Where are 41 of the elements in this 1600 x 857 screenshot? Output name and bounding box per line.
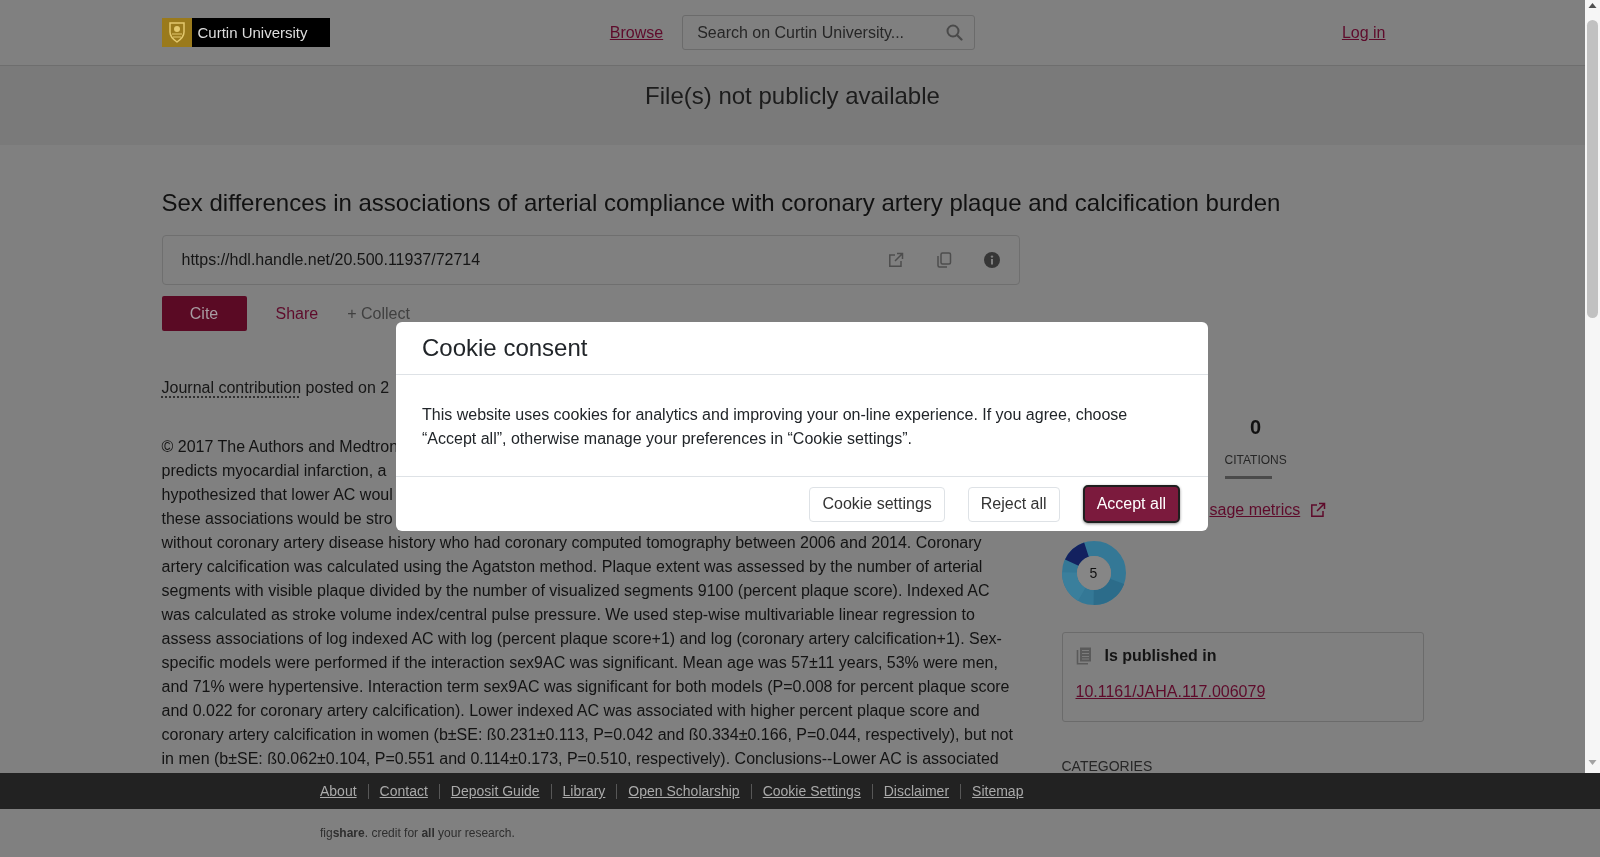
footer-link[interactable]: Cookie Settings [762, 782, 861, 800]
metric-label: CITATIONS [1224, 452, 1287, 468]
secondary-button[interactable]: Reject all [967, 486, 1060, 522]
handle-url: https://hdl.handle.net/20.500.11937/72714 [181, 250, 482, 270]
attention-score: 5 [1089, 566, 1098, 580]
search-field[interactable]: Search on Curtin University... [682, 15, 976, 50]
info-icon[interactable] [983, 252, 1000, 268]
footer-link[interactable]: Contact [379, 782, 428, 800]
cite-button[interactable]: Cite [161, 296, 247, 331]
abstract-text: hypothesized that lower AC woul [161, 485, 393, 505]
footer-tagline: figshare. credit for all your research. [320, 825, 516, 841]
scrollbar[interactable] [1585, 0, 1600, 773]
swirl-ring-icon[interactable] [1061, 541, 1126, 605]
posted-date-text: posted on 2 [305, 379, 390, 396]
footer-link[interactable]: Sitemap [972, 782, 1024, 800]
secondary-button[interactable]: Cookie settings [809, 486, 945, 522]
metric-value: 0 [1250, 415, 1262, 440]
abstract-text: © 2017 The Authors and Medtron [161, 437, 399, 457]
primary-button[interactable]: Accept all [1082, 485, 1180, 523]
logo[interactable]: Curtin University [161, 18, 330, 47]
abstract-text: without coronary artery disease history who had coronary computed tomography between 2006 and 2014. Coronary artery calcification was calculated using the Agatston method. Plaque extent was assessed by the number of arterial segments with visible plaque divided by the number of visualized segments 9100 (percent plaque score). Indexed AC was calculated as stroke volume index/central pulse pressure. We used step-wise multivariable linear regression to assess associations of log indexed AC with log (percent plaque score+1) and log (coronary artery calcification+1). Sex-specific models were performed if the interaction sex9AC was significant. Mean age was 57±11 years, 53% were men, and 71% were hypertensive. Interaction term sex9AC was significant for both models (P=0.008 for percent plaque score and 0.022 for coronary artery calcification). Lower indexed AC was associated with higher percent plaque score and coronary artery calcification in women (b±SE: ß0.231±0.113, P=0.042 and ß0.334±0.166, P=0.044, respectively), but not in men (b±SE: ß0.062±0.104, P=0.551 and 0.114±0.173, P=0.510, respectively). Conclusions--Lower AC is associated [161, 533, 1014, 769]
section-heading: CATEGORIES [1061, 759, 1153, 773]
item-type-link[interactable]: Journal contribution [161, 379, 302, 396]
notice-text: File(s) not publicly available [645, 81, 940, 111]
copy-icon[interactable] [935, 252, 952, 268]
footer-link[interactable]: Open Scholarship [628, 782, 740, 800]
footer-link[interactable]: Library [562, 782, 606, 800]
footer-link[interactable]: Deposit Guide [450, 782, 540, 800]
footer-link[interactable]: About [320, 782, 357, 800]
dialog-title: Cookie consent [422, 333, 588, 363]
external-link-icon[interactable] [887, 252, 904, 268]
dialog-message: This website uses cookies for analytics and improving your on-line experience. If you agree, choose “Accept all”, otherwise manage your preferences in “Cookie settings”. [422, 405, 1129, 449]
published-in-heading: Is published in [1104, 646, 1217, 666]
abstract-text: these associations would be stro [161, 509, 393, 529]
external-link-icon[interactable] [1310, 502, 1327, 518]
search-icon[interactable] [946, 24, 964, 41]
document-stack-icon [1075, 647, 1092, 665]
crest-icon [161, 18, 192, 47]
abstract-text: predicts myocardial infarction, a [161, 461, 387, 481]
item-title: Sex differences in associations of arterial compliance with coronary artery plaque and calcification burden [161, 188, 1282, 218]
footer-link[interactable]: Disclaimer [883, 782, 950, 800]
